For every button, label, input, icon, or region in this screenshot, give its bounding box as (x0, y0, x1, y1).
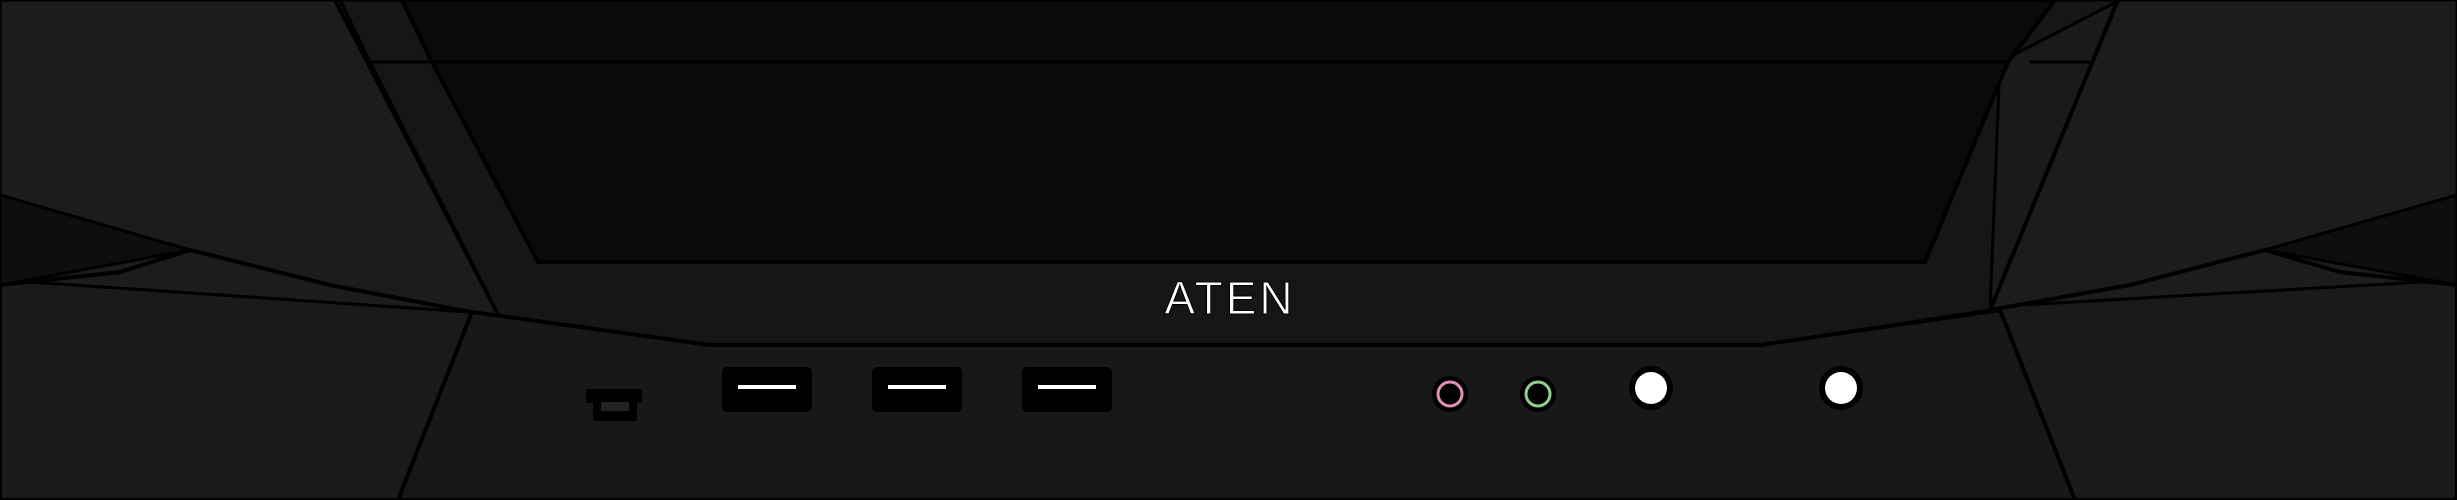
left-round-button-icon[interactable] (1629, 366, 1673, 410)
kvm-front-panel: ATEN (0, 0, 2457, 500)
usb-a-port-icon-1[interactable] (722, 367, 812, 412)
brand-logo: ATEN (1150, 270, 1310, 326)
mini-usb-port-icon[interactable] (586, 389, 642, 421)
speaker-jack-icon[interactable] (1520, 376, 1556, 412)
microphone-jack-icon[interactable] (1432, 376, 1468, 412)
device-illustration (0, 0, 2457, 500)
usb-a-port-icon-3[interactable] (1022, 367, 1112, 412)
right-round-button-icon[interactable] (1819, 366, 1863, 410)
screen-recess (399, 0, 2058, 264)
usb-a-port-icon-2[interactable] (872, 367, 962, 412)
brand-logo-text: ATEN (1164, 272, 1296, 325)
